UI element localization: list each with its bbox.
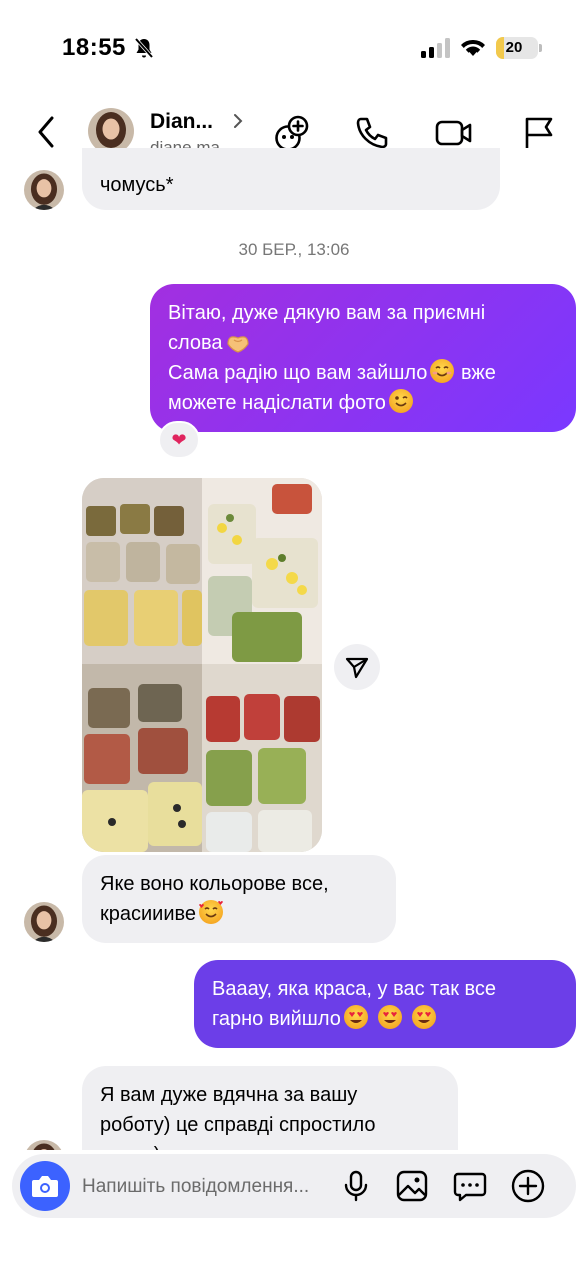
message-line: красиииве bbox=[100, 899, 378, 929]
chevron-right-icon[interactable] bbox=[232, 112, 244, 130]
microphone-icon[interactable] bbox=[338, 1168, 374, 1204]
camera-icon bbox=[32, 1176, 58, 1197]
heart-icon: ❤ bbox=[171, 430, 187, 450]
incoming-message[interactable]: Яке воно кольорове все, красиииве bbox=[82, 855, 396, 943]
smiling-face-emoji-icon bbox=[430, 359, 455, 383]
message-line: роботу) це справді спростило bbox=[100, 1114, 376, 1136]
gallery-icon[interactable] bbox=[394, 1168, 430, 1204]
outgoing-message[interactable]: Вааау, яка краса, у вас так все гарно ви… bbox=[194, 960, 576, 1048]
phone-icon[interactable] bbox=[352, 114, 390, 152]
share-button[interactable] bbox=[334, 644, 380, 690]
flag-icon[interactable] bbox=[520, 114, 558, 152]
wifi-icon bbox=[461, 39, 485, 56]
sticker-icon[interactable] bbox=[452, 1168, 488, 1204]
message-input[interactable] bbox=[82, 1174, 332, 1200]
contact-avatar-small[interactable] bbox=[24, 170, 64, 210]
heart-reaction[interactable]: ❤ bbox=[158, 421, 200, 459]
heart-eyes-emoji-icon bbox=[411, 1005, 436, 1029]
bell-off-icon bbox=[134, 37, 154, 59]
message-line: гарно вийшло bbox=[212, 1004, 558, 1034]
outgoing-message[interactable]: Вітаю, дуже дякую вам за приємні слова С… bbox=[150, 284, 576, 432]
message-line: Я вам дуже вдячна за вашу bbox=[100, 1084, 358, 1106]
winking-face-emoji-icon bbox=[388, 389, 413, 413]
message-composer bbox=[12, 1154, 576, 1218]
shared-photo[interactable] bbox=[82, 478, 322, 852]
plus-icon[interactable] bbox=[510, 1168, 546, 1204]
battery-tip bbox=[539, 44, 542, 52]
heart-eyes-emoji-icon bbox=[377, 1005, 402, 1029]
add-people-icon[interactable] bbox=[273, 114, 311, 152]
message-line: Сама радію що вам зайшло вже bbox=[168, 358, 558, 388]
message-line: слова bbox=[168, 328, 558, 358]
incoming-message[interactable]: чомусь* bbox=[82, 148, 500, 210]
video-camera-icon[interactable] bbox=[434, 114, 474, 152]
message-line: можете надіслати фото bbox=[168, 388, 558, 418]
heart-hands-emoji-icon bbox=[226, 336, 249, 353]
status-bar: 18:55 20 bbox=[0, 0, 588, 96]
message-text: чомусь* bbox=[100, 174, 174, 196]
contact-avatar-small[interactable] bbox=[24, 902, 64, 942]
battery-level: 20 bbox=[505, 39, 523, 56]
contact-name[interactable]: Dian... bbox=[150, 110, 213, 134]
message-line: Вітаю, дуже дякую вам за приємні bbox=[168, 302, 486, 324]
message-line: Яке воно кольорове все, bbox=[100, 873, 329, 895]
cell-signal-icon bbox=[421, 38, 450, 58]
battery-indicator: 20 bbox=[496, 37, 538, 59]
message-line: Вааау, яка краса, у вас так все bbox=[212, 978, 497, 1000]
share-icon bbox=[345, 657, 369, 679]
back-chevron-icon[interactable] bbox=[32, 114, 62, 150]
status-time: 18:55 bbox=[62, 34, 126, 61]
heart-eyes-emoji-icon bbox=[343, 1005, 368, 1029]
date-separator: 30 БЕР., 13:06 bbox=[238, 240, 350, 259]
camera-button[interactable] bbox=[20, 1161, 70, 1211]
smiling-face-with-hearts-emoji-icon bbox=[199, 900, 224, 924]
